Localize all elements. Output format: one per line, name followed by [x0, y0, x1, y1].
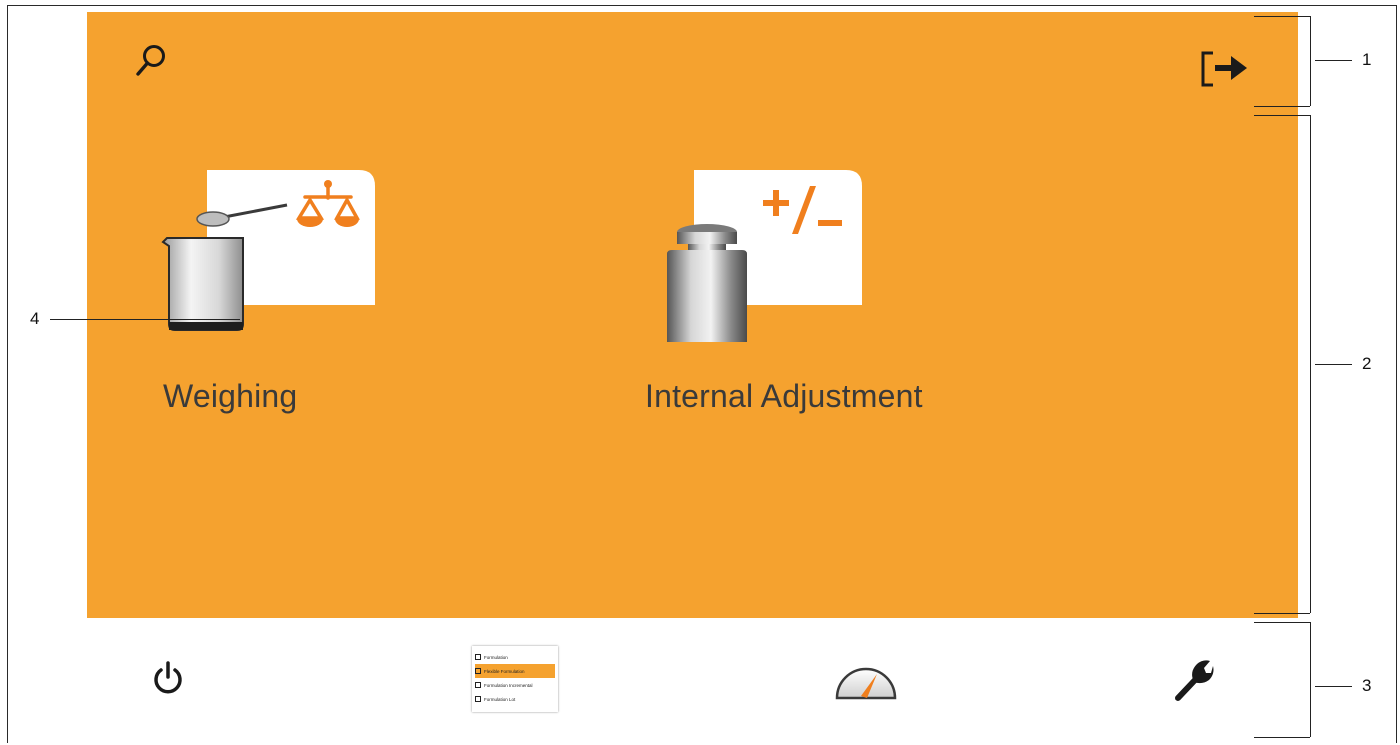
callout-3-bottom	[1254, 737, 1310, 738]
internal-adjustment-app-icon	[667, 170, 862, 342]
power-icon[interactable]	[151, 660, 185, 696]
weighing-app-icon	[161, 170, 375, 331]
wrench-icon[interactable]	[1175, 658, 1215, 702]
callout-2-top	[1254, 115, 1310, 116]
callout-1-leader	[1315, 60, 1352, 61]
logout-icon[interactable]	[1199, 50, 1253, 88]
weighing-label: Weighing	[163, 378, 298, 414]
callout-1-bottom	[1254, 106, 1310, 107]
internal-adjustment-app-tile[interactable]: Internal Adjustment	[632, 162, 1032, 414]
callout-3-leader	[1315, 686, 1352, 687]
search-icon[interactable]	[135, 42, 169, 78]
callout-1-number: 1	[1362, 50, 1372, 69]
callout-2-number: 2	[1362, 354, 1372, 373]
callout-3-top	[1254, 622, 1310, 623]
task-list-item: Formulation	[475, 650, 555, 664]
callout-3-number: 3	[1362, 676, 1372, 695]
callout-4-number: 4	[30, 309, 40, 328]
gauge-icon[interactable]	[833, 654, 899, 704]
task-list-item: Formulation Incremental	[475, 678, 555, 692]
callout-2-bottom	[1254, 613, 1310, 614]
callout-2-bracket	[1310, 115, 1311, 613]
callout-3-bracket	[1310, 622, 1311, 737]
task-list-icon[interactable]: Formulation Flexible Formulation Formula…	[472, 646, 558, 712]
callout-4-leader	[50, 319, 240, 320]
callout-1-bracket	[1310, 16, 1311, 106]
callout-1-top	[1254, 16, 1310, 17]
bottom-bar: Formulation Flexible Formulation Formula…	[87, 618, 1298, 745]
callout-2-leader	[1315, 364, 1352, 365]
weighing-app-tile[interactable]: Weighing	[147, 162, 387, 414]
task-list-item-active: Flexible Formulation	[475, 664, 555, 678]
internal-adjustment-label: Internal Adjustment	[645, 378, 923, 414]
task-list-item: Formulation Lot	[475, 692, 555, 706]
app-launcher-panel: Weighing Internal Adjustment	[87, 12, 1298, 618]
